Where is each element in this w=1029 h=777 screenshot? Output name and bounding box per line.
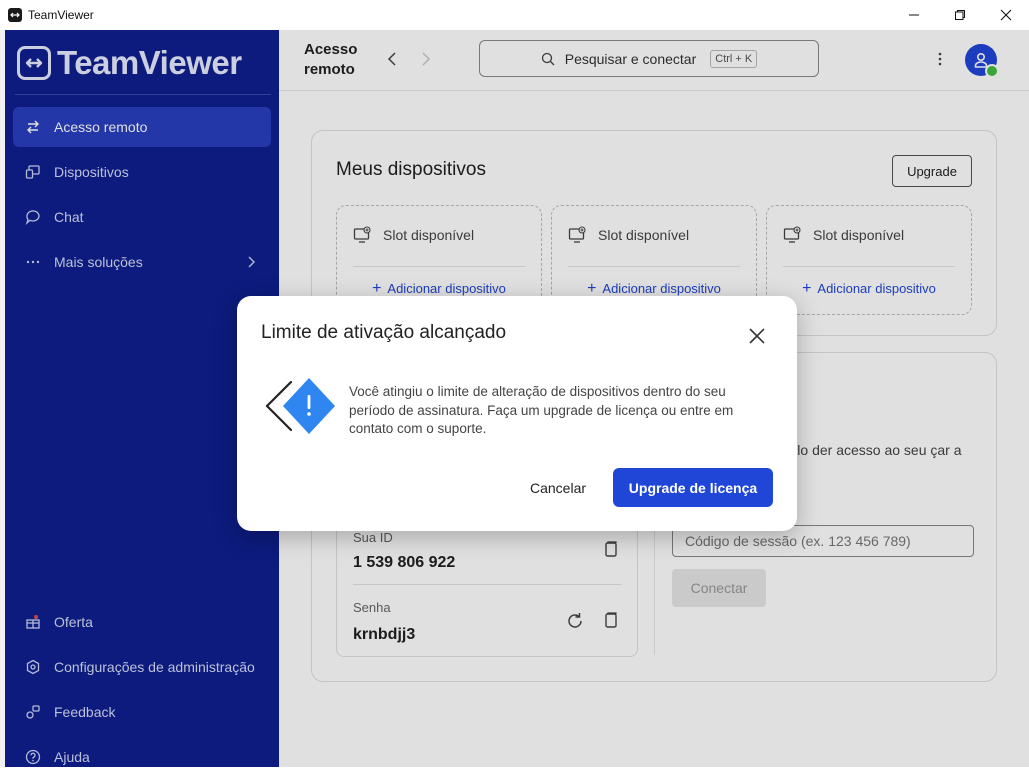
warning-diamond-icon xyxy=(265,378,335,434)
upgrade-license-button[interactable]: Upgrade de licença xyxy=(613,468,773,507)
cancel-button[interactable]: Cancelar xyxy=(513,468,603,507)
dialog-title: Limite de ativação alcançado xyxy=(261,322,507,343)
close-window-button[interactable] xyxy=(983,0,1029,30)
window-titlebar: TeamViewer xyxy=(0,0,1029,30)
activation-limit-dialog: Limite de ativação alcançado Você atingi… xyxy=(237,296,797,531)
close-icon xyxy=(1000,9,1012,21)
close-icon[interactable] xyxy=(747,326,767,346)
teamviewer-app-icon xyxy=(8,8,22,22)
minimize-icon xyxy=(909,14,919,16)
restore-icon xyxy=(955,10,965,20)
minimize-button[interactable] xyxy=(891,0,937,30)
window-title: TeamViewer xyxy=(28,8,94,22)
dialog-message: Você atingiu o limite de alteração de di… xyxy=(349,384,734,436)
restore-button[interactable] xyxy=(937,0,983,30)
